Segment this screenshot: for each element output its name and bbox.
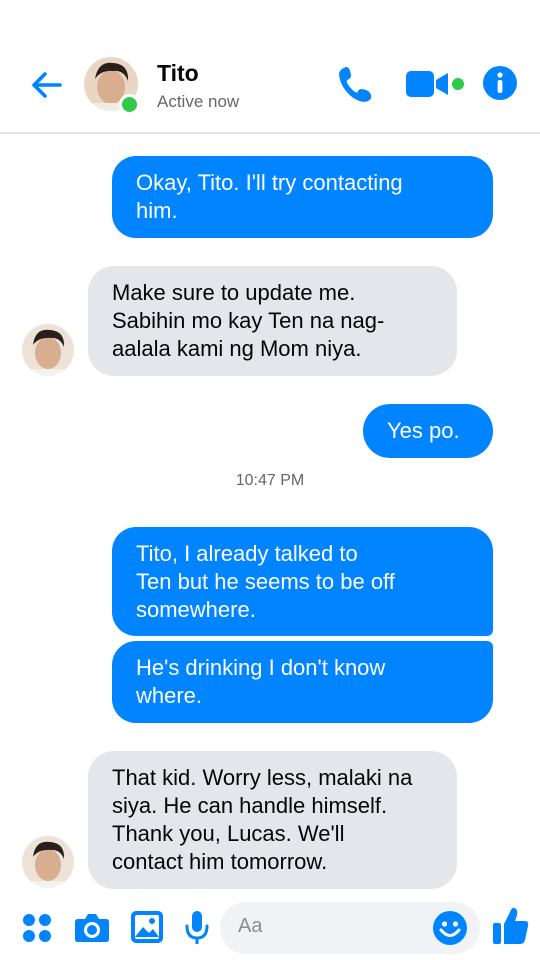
info-icon[interactable] [482, 65, 518, 101]
online-indicator [119, 94, 140, 115]
thumbs-up-icon[interactable] [492, 906, 530, 946]
message-bubble-outgoing[interactable]: He's drinking I don't know where. [112, 641, 493, 723]
video-active-indicator [452, 78, 464, 90]
sender-avatar[interactable] [22, 836, 74, 888]
microphone-icon[interactable] [184, 910, 210, 946]
message-bubble-incoming[interactable]: That kid. Worry less, malaki na siya. He… [88, 751, 457, 889]
active-status: Active now [157, 92, 240, 111]
back-arrow-icon[interactable] [28, 66, 66, 104]
message-bubble-incoming[interactable]: Make sure to update me. Sabihin mo kay T… [88, 266, 457, 376]
video-camera-icon[interactable] [405, 68, 449, 100]
message-input-placeholder: Aa [238, 915, 263, 937]
message-bubble-outgoing[interactable]: Yes po. [363, 404, 493, 458]
sender-avatar[interactable] [22, 324, 74, 376]
message-timestamp: 10:47 PM [235, 472, 305, 489]
message-bubble-outgoing[interactable]: Okay, Tito. I'll try contacting him. [112, 156, 493, 238]
phone-icon[interactable] [335, 64, 375, 104]
message-bubble-outgoing[interactable]: Tito, I already talked to Ten but he see… [112, 527, 493, 636]
four-dots-icon[interactable] [22, 913, 52, 943]
conversation-header: Tito Active now [0, 0, 540, 134]
camera-icon[interactable] [74, 910, 110, 944]
contact-name[interactable]: Tito [157, 60, 199, 87]
smiley-icon[interactable] [432, 910, 468, 946]
image-icon[interactable] [130, 910, 164, 944]
